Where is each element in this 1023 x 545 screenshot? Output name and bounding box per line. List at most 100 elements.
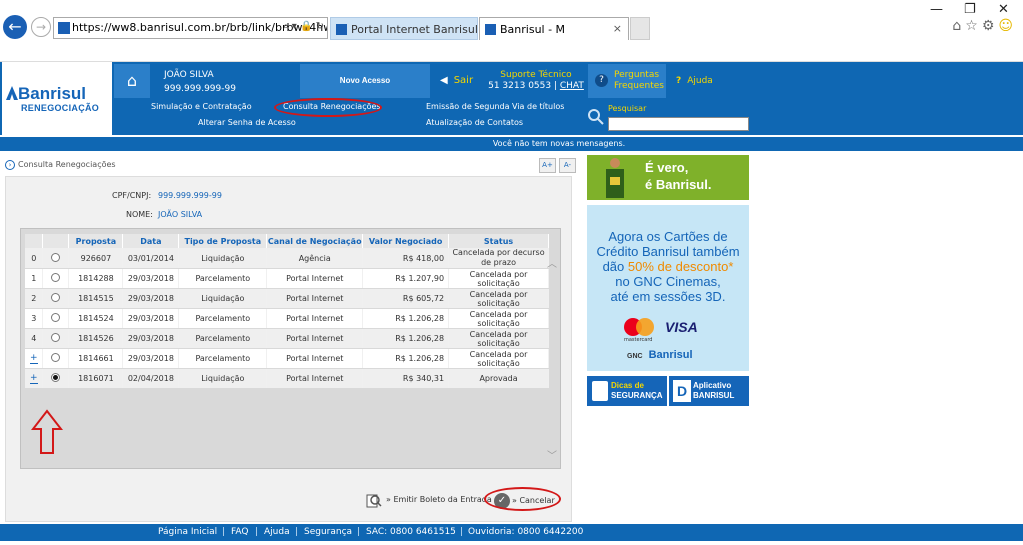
browser-chrome: ← → https://ww8.banrisul.com.br/brb/link… — [0, 0, 1023, 62]
table-row[interactable]: +1816071 02/04/2018 Liquidação Portal Inter… — [25, 368, 549, 389]
red-arrow-annotation-icon — [31, 409, 63, 454]
site-header: Banrisul RENEGOCIAÇÃO ⌂ JOÃO SILVA 999.9… — [0, 62, 1023, 135]
emitir-boleto-button[interactable]: » Emitir Boleto da Entrada — [386, 495, 492, 504]
table-header-row: Proposta Data Tipo de Proposta Canal de … — [25, 234, 549, 248]
house-icon: ⌂ — [126, 71, 138, 90]
cell-valor: R$ 340,31 — [362, 368, 450, 389]
footer-pagina-inicial[interactable]: Página Inicial — [158, 524, 217, 541]
novo-acesso-button[interactable]: Novo Acesso — [300, 64, 430, 98]
row-index: + — [25, 368, 44, 389]
chat-link[interactable]: CHAT — [560, 81, 584, 91]
row-radio-button[interactable] — [51, 273, 61, 282]
suporte-tecnico: Suporte Técnico 51 3213 0553 | CHAT — [486, 64, 586, 98]
new-tab-button[interactable] — [630, 17, 650, 40]
tab-portal-internet[interactable]: Portal Internet Banrisul — [330, 17, 478, 40]
sair-button[interactable]: ◀ Sair — [432, 64, 484, 98]
tab-banrisul-m[interactable]: Banrisul - M × — [479, 17, 629, 40]
ad-vero-banner[interactable]: É vero, é Banrisul. — [587, 155, 749, 200]
row-select — [42, 368, 70, 389]
tab-close-icon[interactable]: × — [613, 22, 622, 35]
breadcrumb-label: Consulta Renegociações — [18, 160, 116, 169]
forward-arrow-icon[interactable]: → — [31, 17, 51, 37]
ad-cards-line3b: 50% de desconto* — [627, 259, 734, 274]
cell-status: Cancelada por solicitação — [448, 328, 549, 349]
nome-value: JOÃO SILVA — [158, 210, 203, 219]
back-arrow-icon[interactable]: ← — [3, 15, 27, 39]
ad-cards-line5: até em sessões 3D. — [610, 289, 726, 304]
banrisul-logo[interactable]: Banrisul RENEGOCIAÇÃO — [2, 62, 112, 135]
nav-emissao-segunda-via[interactable]: Emissão de Segunda Via de títulos — [426, 102, 564, 111]
cell-canal: Agência — [266, 248, 364, 269]
scroll-down-icon[interactable]: ﹀ — [547, 447, 557, 462]
row-index: 3 — [25, 308, 44, 329]
table-row[interactable]: +1814661 29/03/2018 Parcelamento Portal Int… — [25, 348, 549, 369]
cell-tipo: Parcelamento — [178, 348, 268, 369]
cell-data: 29/03/2018 — [122, 268, 180, 289]
ajuda-button[interactable]: ? Ajuda — [668, 64, 728, 98]
settings-gear-icon[interactable]: ⚙ — [982, 18, 999, 34]
col-index — [25, 234, 44, 248]
cell-status: Cancelada por solicitação — [448, 288, 549, 309]
row-radio-button[interactable] — [51, 373, 61, 382]
row-radio-button[interactable] — [51, 333, 61, 342]
minimize-icon[interactable]: — — [930, 2, 943, 17]
search-input[interactable] — [608, 117, 749, 131]
expand-row-icon[interactable]: + — [29, 353, 38, 364]
row-radio-button[interactable] — [51, 313, 61, 322]
lock-icon — [592, 381, 608, 401]
footer-faq[interactable]: FAQ — [231, 524, 248, 541]
cell-data: 02/04/2018 — [122, 368, 180, 389]
help-question-icon: ? — [676, 76, 682, 86]
favorites-star-icon[interactable]: ☆ — [965, 18, 982, 34]
col-proposta: Proposta — [68, 234, 124, 248]
scroll-up-icon[interactable]: ︿ — [547, 255, 557, 270]
cell-tipo: Parcelamento — [178, 328, 268, 349]
address-bar[interactable]: https://ww8.banrisul.com.br/brb/link/brb… — [53, 17, 328, 39]
footer-separator: | — [295, 527, 299, 537]
table-row[interactable]: 2 1814515 29/03/2018 Liquidação Portal Inter… — [25, 288, 549, 309]
tab-label: Banrisul - M — [500, 23, 566, 36]
banrisul-logo-icon — [6, 86, 18, 100]
address-bar-icons[interactable]: ⌕ ▾ 🔒 ↻ — [283, 21, 324, 32]
logo-subtitle: RENEGOCIAÇÃO — [21, 103, 100, 113]
cell-data: 29/03/2018 — [122, 348, 180, 369]
perguntas-frequentes-button[interactable]: ? Perguntas Frequentes — [588, 64, 666, 98]
close-window-icon[interactable]: ✕ — [998, 2, 1009, 17]
font-increase-button[interactable]: A+ — [539, 158, 556, 173]
nav-atualizacao-contatos[interactable]: Atualização de Contatos — [426, 118, 523, 127]
expand-row-icon[interactable]: + — [29, 373, 38, 384]
nav-alterar-senha[interactable]: Alterar Senha de Acesso — [198, 118, 296, 127]
nav-simulacao[interactable]: Simulação e Contratação — [151, 102, 252, 111]
row-radio-button[interactable] — [51, 293, 61, 302]
search-magnifier-icon — [588, 109, 604, 125]
cell-proposta: 926607 — [68, 248, 124, 269]
ajuda-label: Ajuda — [687, 76, 713, 86]
cpf-label: CPF/CNPJ: — [112, 191, 152, 200]
ad-dicas-seguranca[interactable]: Dicas de SEGURANÇA — [587, 376, 667, 406]
row-radio-button[interactable] — [51, 252, 61, 262]
table-row[interactable]: 3 1814524 29/03/2018 Parcelamento Portal Int… — [25, 308, 549, 329]
ad-cards-line4: no GNC Cinemas, — [615, 274, 721, 289]
restore-icon[interactable]: ❐ — [964, 2, 976, 17]
footer-seguranca[interactable]: Segurança — [304, 524, 352, 541]
ad-aplicativo[interactable]: D Aplicativo BANRISUL — [669, 376, 749, 406]
feedback-smiley-icon[interactable]: ☺ — [998, 18, 1017, 34]
col-data: Data — [122, 234, 180, 248]
footer-ajuda[interactable]: Ajuda — [264, 524, 290, 541]
ad-vero-line2: é Banrisul. — [645, 177, 712, 192]
table-row[interactable]: 1 1814288 29/03/2018 Parcelamento Portal Int… — [25, 268, 549, 289]
table-row[interactable]: 0 926607 03/01/2014 Liquidação Agência R$ 418… — [25, 248, 549, 269]
row-radio-button[interactable] — [51, 353, 61, 362]
table-row[interactable]: 4 1814526 29/03/2018 Parcelamento Portal Int… — [25, 328, 549, 349]
home-button[interactable]: ⌂ — [114, 64, 150, 98]
cell-proposta: 1814526 — [68, 328, 124, 349]
font-decrease-button[interactable]: A- — [559, 158, 576, 173]
home-icon[interactable]: ⌂ — [952, 18, 965, 34]
boleto-search-icon — [366, 494, 382, 508]
perguntas-line1: Perguntas — [614, 70, 660, 80]
cell-valor: R$ 418,00 — [362, 248, 450, 269]
person-illustration-icon — [606, 158, 624, 198]
cell-canal: Portal Internet — [266, 308, 364, 329]
ad-cartoes-banner[interactable]: Agora os Cartões de Crédito Banrisul tam… — [587, 205, 749, 371]
mastercard-label: mastercard — [624, 337, 653, 343]
